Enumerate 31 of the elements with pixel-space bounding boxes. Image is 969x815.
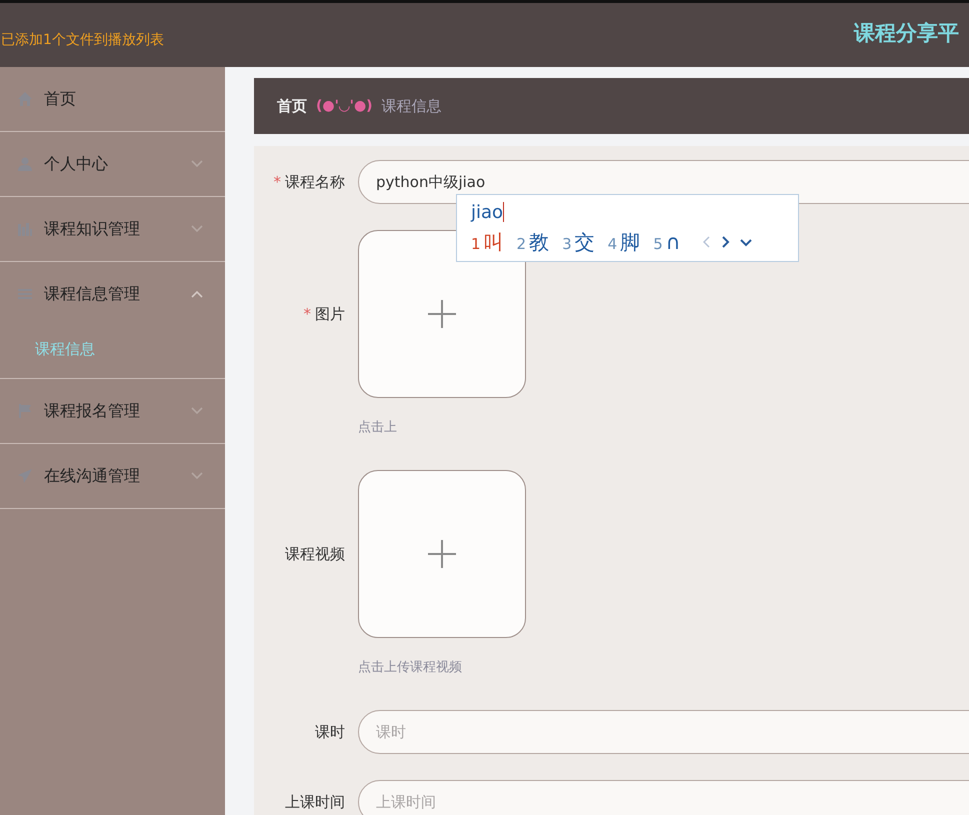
breadcrumb-separator: (●'◡'●): [316, 98, 373, 114]
plus-icon: [428, 540, 456, 568]
sidebar-item[interactable]: 首页: [0, 67, 225, 131]
ime-candidate[interactable]: 2 教: [516, 228, 550, 256]
ime-candidate[interactable]: 3 交: [562, 228, 595, 256]
upload-box[interactable]: [358, 230, 526, 398]
breadcrumb-current: 课程信息: [382, 96, 442, 116]
field-label: 课时: [315, 723, 345, 741]
field-label: 上课时间: [285, 793, 345, 811]
sidebar-item[interactable]: 课程知识管理: [0, 197, 225, 261]
sidebar-item[interactable]: 课程报名管理: [0, 379, 225, 443]
ime-candidate[interactable]: 4 脚: [608, 228, 640, 256]
field-label: 图片: [315, 305, 345, 323]
ime-candidate[interactable]: 5∩: [653, 230, 680, 254]
upload-hint: 点击上传课程视频: [358, 659, 463, 676]
required-mark: *: [304, 305, 311, 323]
breadcrumb-home[interactable]: 首页: [277, 96, 307, 116]
input-field[interactable]: 上课时间: [358, 780, 969, 815]
upload-box[interactable]: [358, 470, 526, 638]
field-label: 课程视频: [285, 545, 345, 563]
field-label: 课程名称: [285, 173, 345, 191]
ime-composition: jiao: [471, 202, 504, 222]
sidebar-item[interactable]: 个人中心: [0, 132, 225, 196]
notice-text: 已添加1个文件到播放列表: [0, 31, 164, 49]
sidebar-item[interactable]: 在线沟通管理: [0, 444, 225, 508]
site-title: 课程分享平: [854, 20, 959, 47]
input-field[interactable]: 课时: [358, 710, 969, 754]
required-mark: *: [274, 173, 281, 191]
upload-hint: 点击上: [358, 419, 398, 436]
plus-icon: [428, 300, 456, 328]
ime-candidate[interactable]: 1 叫: [471, 228, 504, 256]
